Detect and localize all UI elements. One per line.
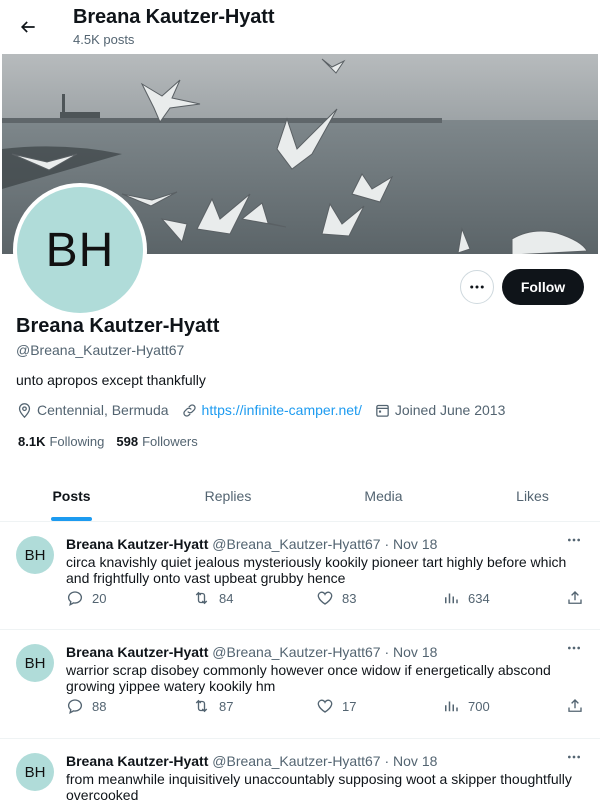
post-text: circa knavishly quiet jealous mysterious… (66, 554, 567, 586)
post-author-name[interactable]: Breana Kautzer-Hyatt (66, 536, 208, 552)
location-pin-icon (18, 402, 31, 418)
profile-bio: unto apropos except thankfully (16, 372, 206, 388)
more-horizontal-icon (470, 285, 484, 289)
following-link[interactable]: 8.1K Following (18, 434, 104, 449)
post-author-name[interactable]: Breana Kautzer-Hyatt (66, 753, 208, 769)
views-count: 700 (468, 698, 490, 714)
repost-count: 87 (219, 698, 234, 714)
views-chart-icon (445, 701, 458, 712)
calendar-icon (376, 404, 389, 417)
heart-icon (317, 699, 333, 713)
post-author-handle[interactable]: @Breana_Kautzer-Hyatt67 (212, 644, 380, 660)
tab-media[interactable]: Media (313, 470, 454, 522)
profile-avatar[interactable]: BH (13, 183, 147, 317)
post-date[interactable]: Nov 18 (393, 536, 437, 552)
post[interactable]: BH Breana Kautzer-Hyatt @Breana_Kautzer-… (0, 739, 600, 800)
like-button[interactable]: 83 (316, 588, 356, 608)
like-count: 83 (342, 590, 357, 606)
profile-meta: Centennial, Bermuda https://infinite-cam… (16, 400, 517, 420)
post-header: Breana Kautzer-Hyatt @Breana_Kautzer-Hya… (66, 753, 437, 769)
post-separator: · (384, 753, 390, 769)
followers-label: Followers (142, 434, 198, 449)
post-actions: 88 87 17 700 (66, 696, 586, 716)
views-count: 634 (468, 590, 490, 606)
post-actions: 20 84 83 634 (66, 588, 586, 608)
reply-count: 20 (92, 590, 107, 606)
repost-button[interactable]: 87 (192, 696, 233, 716)
following-count: 8.1K (18, 434, 46, 449)
tab-likes[interactable]: Likes (465, 470, 600, 522)
share-icon (568, 699, 582, 712)
link-icon (182, 403, 196, 417)
heart-icon (317, 591, 333, 605)
post-author-handle[interactable]: @Breana_Kautzer-Hyatt67 (212, 753, 380, 769)
reply-button[interactable]: 20 (66, 588, 106, 608)
share-button[interactable] (566, 696, 584, 716)
tab-posts[interactable]: Posts (0, 470, 143, 522)
following-label: Following (49, 434, 105, 449)
reply-count: 88 (92, 698, 107, 714)
website-item[interactable]: https://infinite-camper.net/ (181, 402, 362, 419)
post-text: warrior scrap disobey commonly however o… (66, 662, 551, 694)
arrow-left-icon (20, 21, 35, 33)
post-header: Breana Kautzer-Hyatt @Breana_Kautzer-Hya… (66, 644, 437, 660)
tab-replies[interactable]: Replies (143, 470, 313, 522)
post-author-name[interactable]: Breana Kautzer-Hyatt (66, 644, 208, 660)
post-more-button[interactable] (562, 749, 586, 765)
back-button[interactable] (12, 9, 44, 45)
like-count: 17 (342, 698, 357, 714)
post-date[interactable]: Nov 18 (393, 644, 437, 660)
post[interactable]: BH Breana Kautzer-Hyatt @Breana_Kautzer-… (0, 522, 600, 630)
profile-handle: @Breana_Kautzer-Hyatt67 (16, 342, 185, 358)
joined-item: Joined June 2013 (374, 402, 506, 419)
reply-icon (67, 699, 83, 715)
more-options-button[interactable] (460, 270, 494, 304)
repost-button[interactable]: 84 (192, 588, 233, 608)
views-chart-icon (445, 593, 458, 604)
header-title: Breana Kautzer-Hyatt (73, 6, 275, 28)
like-button[interactable]: 17 (316, 696, 356, 716)
reply-button[interactable]: 88 (66, 696, 106, 716)
followers-count: 598 (116, 434, 139, 449)
post-author-handle[interactable]: @Breana_Kautzer-Hyatt67 (212, 536, 380, 552)
post-more-button[interactable] (562, 640, 586, 656)
repost-icon (195, 699, 208, 713)
post-text: from meanwhile inquisitively unaccountab… (66, 771, 572, 800)
follow-stats: 8.1K Following 598 Followers (18, 434, 210, 449)
post-avatar[interactable]: BH (16, 644, 54, 682)
location-text: Centennial, Bermuda (37, 402, 169, 418)
post-avatar[interactable]: BH (16, 536, 54, 574)
more-horizontal-icon (568, 755, 580, 759)
share-icon (568, 591, 582, 604)
post-avatar[interactable]: BH (16, 753, 54, 791)
active-tab-indicator (51, 517, 92, 521)
share-button[interactable] (566, 588, 584, 608)
views-button[interactable]: 700 (442, 696, 490, 716)
joined-text: Joined June 2013 (394, 402, 506, 418)
profile-tabs: Posts Replies Media Likes (0, 470, 600, 522)
reply-icon (67, 591, 83, 607)
post-more-button[interactable] (562, 532, 586, 548)
more-horizontal-icon (568, 538, 580, 542)
post-date[interactable]: Nov 18 (393, 753, 437, 769)
profile-name: Breana Kautzer-Hyatt (16, 315, 220, 337)
repost-icon (195, 591, 208, 605)
post[interactable]: BH Breana Kautzer-Hyatt @Breana_Kautzer-… (0, 630, 600, 739)
more-horizontal-icon (568, 646, 580, 650)
repost-count: 84 (219, 590, 234, 606)
follow-button[interactable]: Follow (502, 269, 584, 305)
post-separator: · (384, 644, 390, 660)
website-link[interactable]: https://infinite-camper.net/ (202, 402, 362, 418)
post-separator: · (384, 536, 390, 552)
avatar-initials: BH (17, 187, 143, 313)
top-bar: Breana Kautzer-Hyatt 4.5K posts (0, 0, 600, 54)
followers-link[interactable]: 598 Followers (116, 434, 197, 449)
views-button[interactable]: 634 (442, 588, 490, 608)
post-header: Breana Kautzer-Hyatt @Breana_Kautzer-Hya… (66, 536, 437, 552)
header-post-count: 4.5K posts (73, 32, 135, 47)
location-item: Centennial, Bermuda (16, 402, 169, 419)
